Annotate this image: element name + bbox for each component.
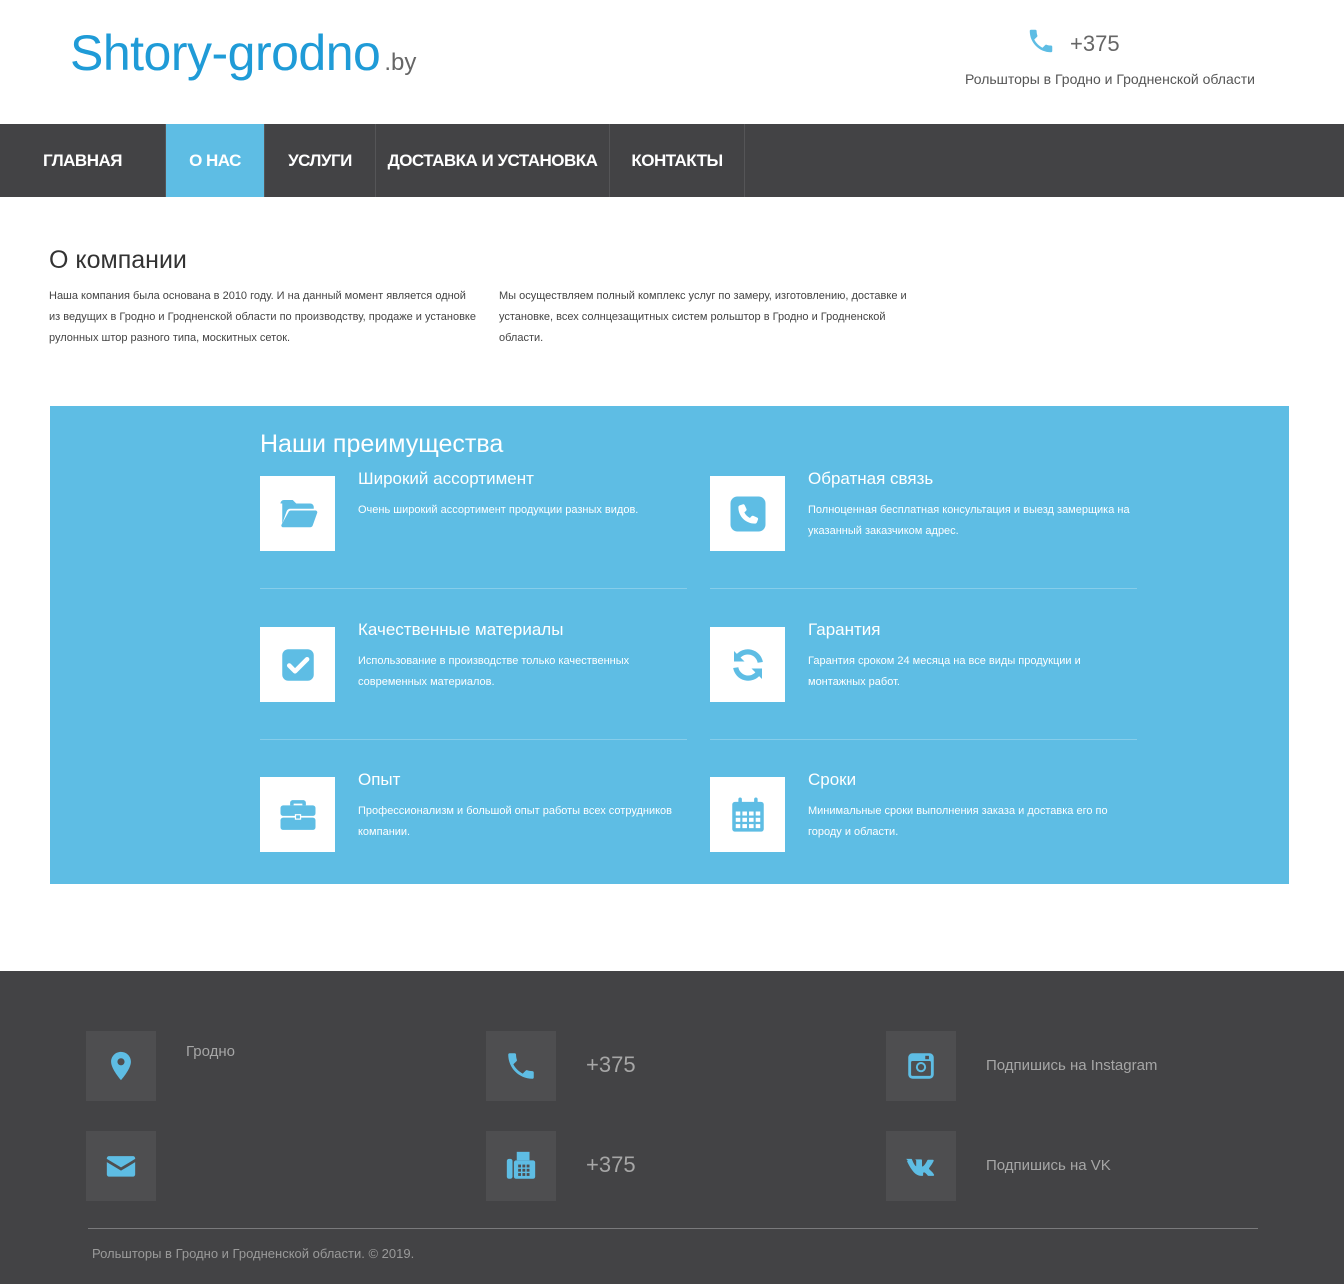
about-text-right: Мы осуществляем полный комплекс услуг по…: [499, 290, 907, 344]
phone-icon: [1026, 26, 1056, 61]
fax-icon: [486, 1131, 556, 1201]
advantage-item: Широкий ассортимент Очень широкий ассорт…: [260, 469, 690, 566]
footer-copyright: Рольшторы в Гродно и Гродненской области…: [92, 1246, 415, 1261]
about-text-left: Наша компания была основана в 2010 году.…: [49, 290, 476, 344]
advantage-name: Широкий ассортимент: [358, 469, 534, 488]
map-marker-icon: [86, 1031, 156, 1101]
header-tagline: Рольшторы в Гродно и Гродненской области: [965, 71, 1255, 87]
advantage-desc: Минимальные сроки выполнения заказа и до…: [808, 805, 1108, 838]
advantage-desc: Очень широкий ассортимент продукции разн…: [358, 504, 639, 516]
advantage-name: Качественные материалы: [358, 620, 564, 639]
advantage-item: Обратная связь Полноценная бесплатная ко…: [710, 469, 1140, 566]
header-phone[interactable]: +375: [1026, 26, 1120, 61]
phone-square-icon: [710, 476, 785, 551]
advantage-name: Опыт: [358, 770, 401, 789]
footer-city: Гродно: [186, 1043, 236, 1060]
nav-item-contacts[interactable]: КОНТАКТЫ: [610, 124, 745, 197]
site-header: Shtory-grodno .by +375 Рольшторы в Гродн…: [0, 0, 1344, 124]
advantage-desc: Полноценная бесплатная консультация и вы…: [808, 504, 1130, 537]
advantage-item: Гарантия Гарантия сроком 24 месяца на вс…: [710, 620, 1140, 717]
calendar-icon: [710, 777, 785, 852]
briefcase-icon: [260, 777, 335, 852]
nav-item-home[interactable]: ГЛАВНАЯ: [0, 124, 166, 197]
header-phone-number[interactable]: +375: [1070, 31, 1120, 57]
folder-open-icon: [260, 476, 335, 551]
about-title: О компании: [49, 246, 187, 274]
advantage-desc: Профессионализм и большой опыт работы вс…: [358, 805, 672, 838]
advantage-divider: [260, 588, 687, 589]
advantage-divider: [710, 588, 1137, 589]
advantage-divider: [260, 739, 687, 740]
vk-icon[interactable]: [886, 1131, 956, 1201]
footer-divider: [88, 1228, 1258, 1229]
advantages-section: Наши преимущества Широкий ассортимент Оч…: [50, 406, 1289, 884]
main-nav: ГЛАВНАЯ О НАС УСЛУГИ ДОСТАВКА И УСТАНОВК…: [0, 124, 1344, 197]
advantages-title: Наши преимущества: [260, 430, 504, 458]
phone-icon: [486, 1031, 556, 1101]
footer-phone-1[interactable]: +375: [586, 1052, 636, 1078]
footer-phone-2[interactable]: +375: [586, 1152, 636, 1178]
envelope-icon: [86, 1131, 156, 1201]
advantage-divider: [710, 739, 1137, 740]
advantage-name: Обратная связь: [808, 469, 934, 488]
advantage-desc: Гарантия сроком 24 месяца на все виды пр…: [808, 655, 1081, 688]
nav-item-delivery[interactable]: ДОСТАВКА И УСТАНОВКА: [376, 124, 610, 197]
advantage-name: Гарантия: [808, 620, 881, 639]
logo-main-text: Shtory-grodno: [70, 25, 381, 81]
nav-item-about[interactable]: О НАС: [166, 124, 265, 197]
footer-instagram-link[interactable]: Подпишись на Instagram: [986, 1057, 1157, 1074]
footer-vk-link[interactable]: Подпишись на VK: [986, 1157, 1111, 1174]
advantage-item: Сроки Минимальные сроки выполнения заказ…: [710, 770, 1140, 867]
logo-suffix-text: .by: [384, 49, 417, 76]
advantage-desc: Использование в производстве только каче…: [358, 655, 630, 688]
site-footer: Гродно +375 Подпишись на Instagram +375 …: [0, 971, 1344, 1284]
advantage-name: Сроки: [808, 770, 857, 789]
check-square-icon: [260, 627, 335, 702]
instagram-icon[interactable]: [886, 1031, 956, 1101]
advantage-item: Качественные материалы Использование в п…: [260, 620, 690, 717]
advantage-item: Опыт Профессионализм и большой опыт рабо…: [260, 770, 690, 867]
nav-item-services[interactable]: УСЛУГИ: [265, 124, 376, 197]
site-logo[interactable]: Shtory-grodno .by: [70, 26, 416, 80]
refresh-icon: [710, 627, 785, 702]
